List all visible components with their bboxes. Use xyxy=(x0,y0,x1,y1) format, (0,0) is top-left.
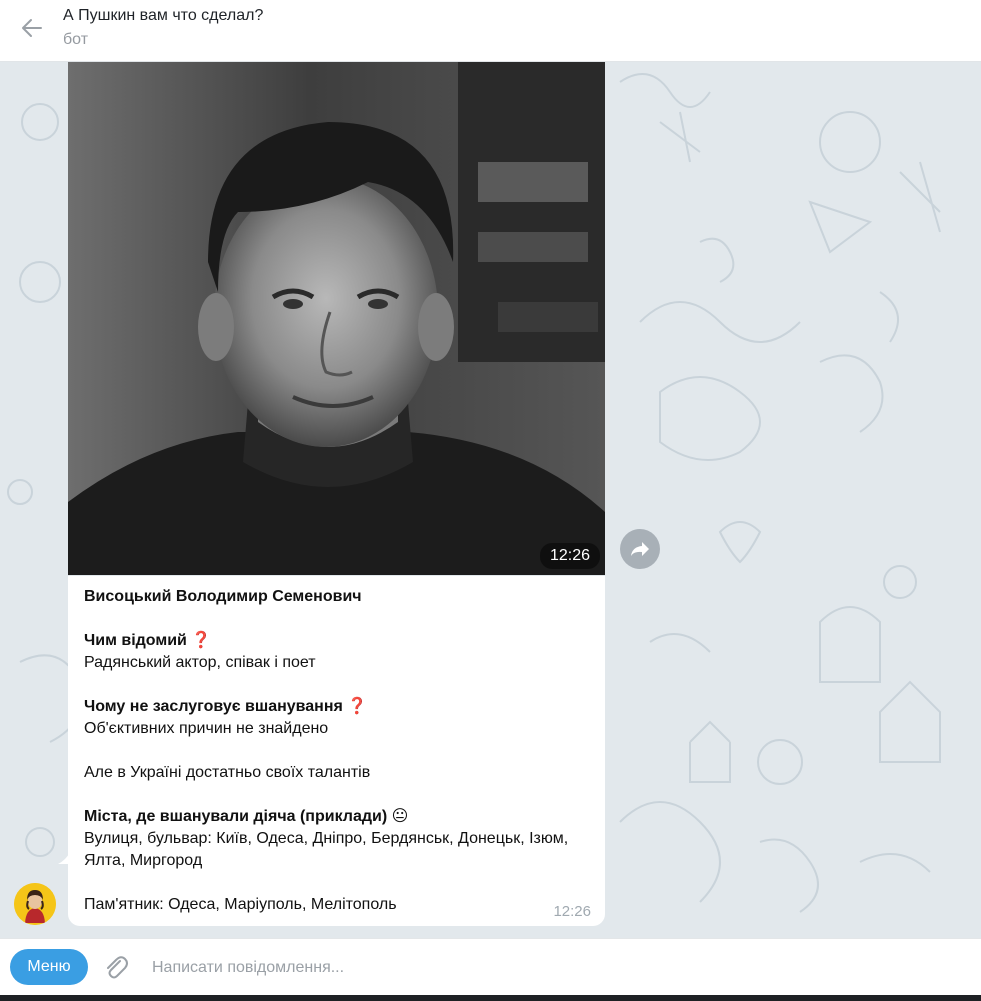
monuments-text: Пам'ятник: Одеса, Маріуполь, Мелітополь xyxy=(84,896,397,913)
message-photo[interactable] xyxy=(68,62,605,575)
question-emoji: ❓ xyxy=(347,698,368,715)
known-for-label: Чим відомий xyxy=(84,632,187,649)
chat-header: А Пушкин вам что сделал? бот xyxy=(0,0,981,62)
cities-label: Міста, де вшанували діяча (приклади) xyxy=(84,808,388,825)
streets-text-cont: Ялта, Миргород xyxy=(84,852,203,869)
talents-text: Але в Україні достатньо своїх талантів xyxy=(84,764,371,781)
message-timestamp: 12:26 xyxy=(553,903,591,920)
photo-timestamp: 12:26 xyxy=(540,543,600,569)
forward-button[interactable] xyxy=(620,529,660,569)
menu-button[interactable]: Меню xyxy=(10,949,88,985)
arrow-left-icon xyxy=(22,19,42,37)
message-bubble: Висоцький Володимир Семенович Чим відоми… xyxy=(68,576,605,926)
back-button[interactable] xyxy=(14,12,50,44)
streets-text: Вулиця, бульвар: Київ, Одеса, Дніпро, Бе… xyxy=(84,830,569,847)
why-not-label: Чому не заслуговує вшанування xyxy=(84,698,343,715)
pushkin-avatar-icon xyxy=(14,883,56,925)
known-for-text: Радянський актор, співак і поет xyxy=(84,654,316,671)
neutral-face-emoji: 😐 xyxy=(391,808,409,825)
window-bottom-edge xyxy=(0,995,981,1001)
cities-heading: Міста, де вшанували діяча (приклади) 😐 xyxy=(84,806,408,828)
chat-title[interactable]: А Пушкин вам что сделал? xyxy=(63,7,263,25)
person-name: Висоцький Володимир Семенович xyxy=(84,588,362,605)
portrait-photo xyxy=(68,62,605,575)
chat-area: 12:26 Висоцький Володимир Семенович Чим … xyxy=(0,62,981,938)
question-emoji: ❓ xyxy=(191,632,212,649)
bubble-tail xyxy=(58,852,70,864)
forward-arrow-icon xyxy=(631,542,649,556)
attach-button[interactable] xyxy=(100,952,130,982)
why-not-heading: Чому не заслуговує вшанування ❓ xyxy=(84,696,367,718)
why-not-text: Об'єктивних причин не знайдено xyxy=(84,720,329,737)
message-input[interactable] xyxy=(140,947,954,989)
known-for-heading: Чим відомий ❓ xyxy=(84,630,211,652)
chat-status: бот xyxy=(63,31,89,48)
paperclip-icon xyxy=(107,956,128,979)
bot-avatar[interactable] xyxy=(14,883,56,925)
message-composer: Меню xyxy=(0,938,981,995)
